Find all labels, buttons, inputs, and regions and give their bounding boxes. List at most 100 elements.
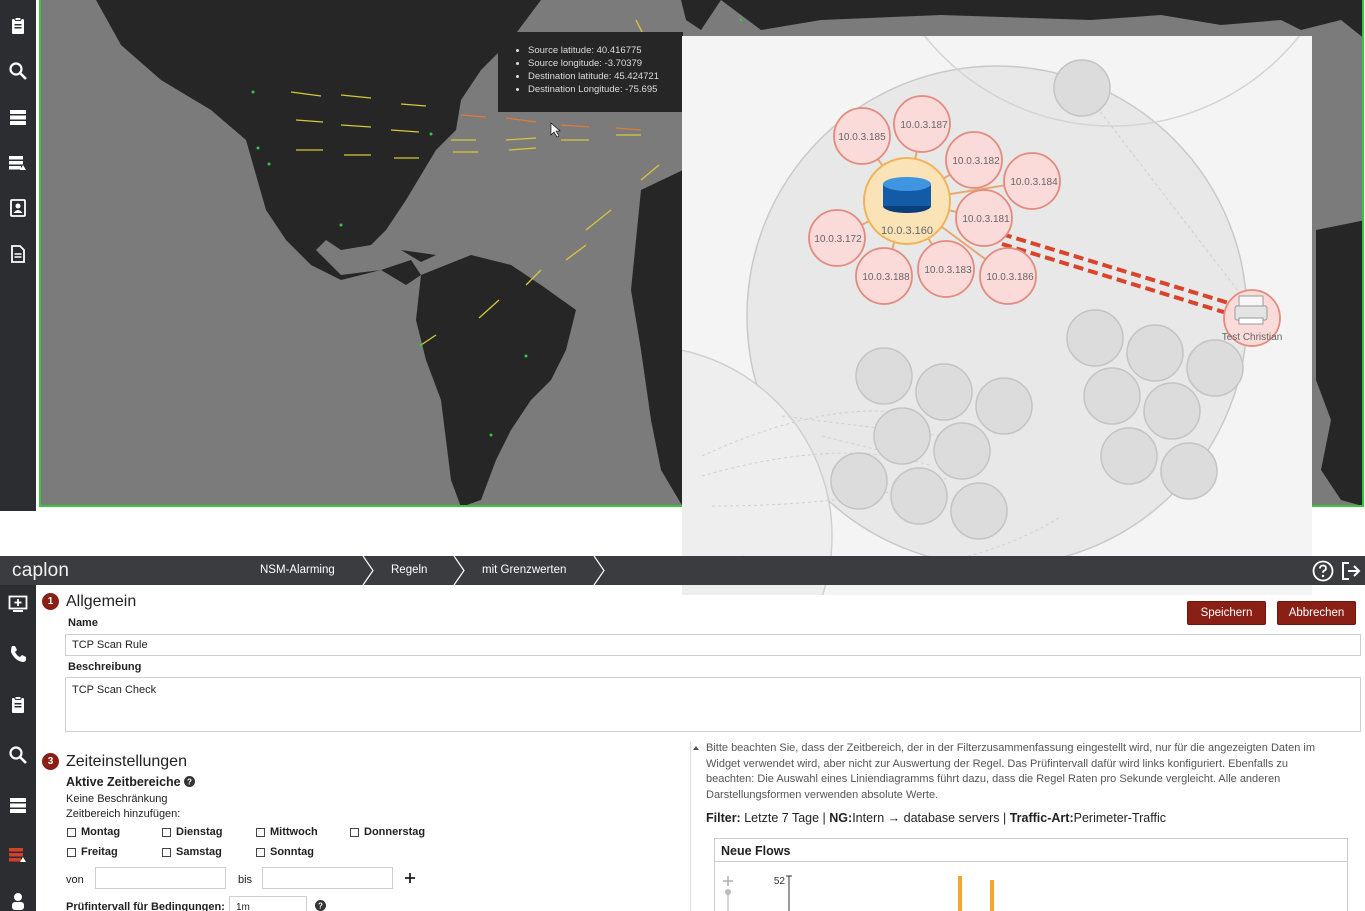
name-input[interactable]: TCP Scan Rule <box>65 634 1361 656</box>
filter-summary[interactable]: Filter: Letzte 7 Tage | NG:Intern → data… <box>706 811 1166 825</box>
hub-label: 10.0.3.160 <box>881 225 933 237</box>
description-textarea[interactable]: TCP Scan Check <box>65 677 1361 732</box>
filter-separator: | <box>822 811 826 825</box>
landmass-asia <box>721 0 1362 37</box>
clipboard-icon[interactable] <box>6 693 30 717</box>
day-label: Samstag <box>176 846 222 858</box>
clipboard-icon[interactable] <box>6 14 30 38</box>
day-checkbox-mittwoch[interactable]: Mittwoch <box>256 826 318 838</box>
printer-label: Test Christian <box>1222 332 1283 343</box>
active-ranges-text: Aktive Zeitbereiche <box>66 775 181 789</box>
node-label: 10.0.3.183 <box>924 265 972 276</box>
day-checkbox-montag[interactable]: Montag <box>67 826 120 838</box>
section-number: 3 <box>42 753 59 770</box>
checkbox[interactable] <box>162 847 171 857</box>
server-list-icon[interactable] <box>6 793 30 817</box>
landmass-greenland <box>681 0 721 30</box>
mouse-cursor <box>550 122 561 138</box>
database-icon <box>883 177 931 213</box>
from-time-input[interactable] <box>95 867 226 889</box>
day-label: Sonntag <box>270 846 314 858</box>
node-label: 10.0.3.185 <box>838 132 886 143</box>
day-checkbox-donnerstag[interactable]: Donnerstag <box>350 826 425 838</box>
breadcrumb-separator-icon <box>453 556 465 585</box>
app-header: caplon NSM-Alarming Regeln mit Grenzwert… <box>0 556 1365 585</box>
tooltip-source-latitude: Source latitude: 40.416775 <box>528 44 675 57</box>
phone-icon[interactable] <box>6 642 30 666</box>
app-logo[interactable]: caplon <box>12 560 69 582</box>
map-sidebar <box>0 0 36 511</box>
search-icon[interactable] <box>6 59 30 83</box>
logout-icon[interactable] <box>1340 560 1362 582</box>
contact-icon[interactable] <box>6 196 30 220</box>
tooltip-destination-longitude: Destination Longitude: -75.695 <box>528 83 675 96</box>
group-node[interactable] <box>1053 59 1111 117</box>
node-label: 10.0.3.172 <box>814 234 862 245</box>
flow-bar[interactable] <box>990 880 994 911</box>
svg-text:?: ? <box>318 902 323 911</box>
day-checkbox-dienstag[interactable]: Dienstag <box>162 826 222 838</box>
landmass-south-america <box>416 255 576 505</box>
to-time-input[interactable] <box>262 867 393 889</box>
info-note: Bitte beachten Sie, dass der Zeitbereich… <box>706 742 1315 801</box>
description-label: Beschreibung <box>68 661 142 673</box>
day-checkbox-freitag[interactable]: Freitag <box>67 846 118 858</box>
flow-bar[interactable] <box>958 876 962 911</box>
interval-input[interactable]: 1m <box>229 896 307 911</box>
server-list-icon[interactable] <box>6 105 30 129</box>
breadcrumb-regeln[interactable]: Regeln <box>391 556 427 585</box>
widget-title: Neue Flows <box>721 844 791 858</box>
day-label: Mittwoch <box>270 826 318 838</box>
search-icon[interactable] <box>6 743 30 767</box>
node-label: 10.0.3.182 <box>952 156 1000 167</box>
scrollbar[interactable] <box>690 742 700 911</box>
server-alert-icon[interactable] <box>6 151 30 175</box>
day-label: Montag <box>81 826 121 838</box>
day-checkbox-samstag[interactable]: Samstag <box>162 846 222 858</box>
server-alert-icon-active[interactable] <box>6 843 30 867</box>
checkbox[interactable] <box>350 827 359 837</box>
printer-icon <box>1234 295 1268 325</box>
breadcrumb-mit-grenzwerten[interactable]: mit Grenzwerten <box>482 556 566 585</box>
add-range-plus-icon[interactable] <box>404 872 416 884</box>
filter-traffic-value: Perimeter-Traffic <box>1073 811 1167 825</box>
to-label: bis <box>238 874 253 886</box>
document-icon[interactable] <box>6 242 30 266</box>
cancel-button[interactable]: Abbrechen <box>1277 601 1356 625</box>
filter-separator: | <box>1002 811 1007 825</box>
add-range-label: Zeitbereich hinzufügen: <box>66 808 181 820</box>
scroll-up-arrow-icon[interactable] <box>692 744 700 752</box>
day-label: Dienstag <box>176 826 223 838</box>
node-label: 10.0.3.181 <box>962 214 1010 225</box>
landmass-north-america <box>96 0 541 285</box>
day-label: Freitag <box>81 846 118 858</box>
filter-ng-value: Intern → database servers <box>852 811 1000 825</box>
tooltip-destination-latitude: Destination latitude: 45.424721 <box>528 70 675 83</box>
monitor-add-icon[interactable] <box>6 592 30 616</box>
breadcrumb-nsm-alarming[interactable]: NSM-Alarming <box>260 556 335 585</box>
zoom-slider-handle[interactable] <box>725 889 731 895</box>
node-label: 10.0.3.186 <box>986 272 1034 283</box>
checkbox[interactable] <box>67 827 76 837</box>
help-icon[interactable]: ? <box>315 900 326 911</box>
section-title-zeiteinstellungen: Zeiteinstellungen <box>66 753 187 770</box>
landmass-caribbean <box>401 250 436 262</box>
flows-chart: 52 <box>723 875 994 911</box>
day-checkbox-sonntag[interactable]: Sonntag <box>256 846 314 858</box>
help-icon[interactable] <box>1312 560 1334 582</box>
user-group-icon[interactable] <box>6 888 30 911</box>
network-graph-svg: 10.0.3.185 10.0.3.187 10.0.3.182 10.0.3.… <box>682 36 1301 595</box>
help-icon[interactable]: ? <box>184 776 196 787</box>
checkbox[interactable] <box>256 827 265 837</box>
zoom-plus-icon[interactable] <box>723 876 733 886</box>
checkbox[interactable] <box>67 847 76 857</box>
section-title-allgemein: Allgemein <box>66 593 137 610</box>
no-restriction-text: Keine Beschränkung <box>66 793 168 805</box>
filter-time-value: Letzte 7 Tage <box>744 811 820 825</box>
checkbox[interactable] <box>162 827 171 837</box>
day-label: Donnerstag <box>364 826 426 838</box>
checkbox[interactable] <box>256 847 265 857</box>
svg-text:?: ? <box>187 778 192 787</box>
save-button[interactable]: Speichern <box>1187 601 1266 625</box>
network-graph[interactable]: 10.0.3.185 10.0.3.187 10.0.3.182 10.0.3.… <box>682 36 1312 595</box>
